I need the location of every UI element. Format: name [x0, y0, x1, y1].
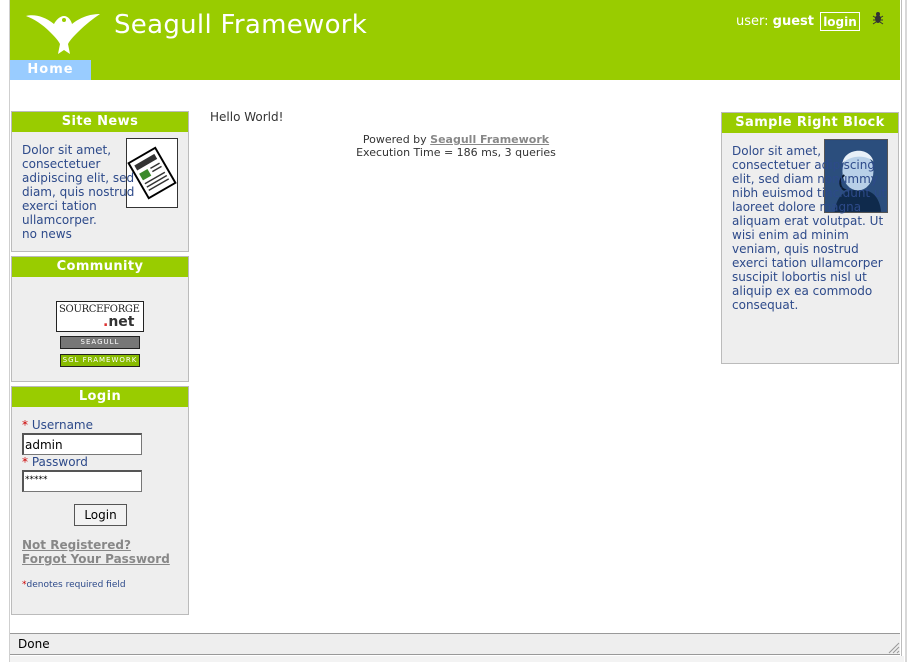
sample-right-title: Sample Right Block — [722, 113, 898, 133]
greeting-text: Hello World! — [210, 110, 284, 124]
execution-time: Execution Time = 186 ms, 3 queries — [356, 146, 556, 159]
required-marker: * — [22, 455, 28, 469]
status-text: Done — [18, 637, 50, 651]
bug-icon[interactable] — [872, 11, 884, 25]
username-label-text: Username — [31, 418, 93, 432]
site-header: Seagull Framework user: guest login Home — [10, 0, 900, 80]
user-label: user: — [736, 14, 769, 29]
seagull-framework-link[interactable]: Seagull Framework — [430, 133, 549, 146]
site-news-title: Site News — [12, 112, 188, 132]
browser-window: Seagull Framework user: guest login Home… — [0, 0, 914, 662]
footer-info: Powered by Seagull Framework Execution T… — [200, 133, 712, 159]
login-submit-button[interactable]: Login — [74, 504, 127, 526]
password-field[interactable]: ***** — [22, 470, 142, 492]
username-label: * Username — [22, 418, 93, 432]
window-left-frame — [0, 0, 10, 662]
forgot-password-link[interactable]: Forgot Your Password — [22, 552, 170, 566]
username-field[interactable] — [22, 433, 142, 455]
window-bottom-edge — [10, 656, 904, 662]
seagull-logo-icon[interactable] — [24, 6, 102, 56]
community-block: Community SOURCEFORGE .net SEAGULL SGL F… — [11, 256, 189, 382]
site-news-content: Dolor sit amet, consectetuer adipiscing … — [22, 143, 142, 241]
powered-by-line: Powered by Seagull Framework — [200, 133, 712, 146]
sample-right-block: Sample Right Block Dolor sit amet, conse… — [721, 112, 899, 364]
resize-grip-icon[interactable] — [886, 640, 900, 654]
sample-right-text: Dolor sit amet, consectetuer adipiscing … — [732, 144, 887, 312]
user-name: guest — [772, 14, 814, 29]
required-marker: * — [22, 418, 28, 432]
required-note-text: denotes required field — [26, 580, 126, 590]
required-field-note: *denotes required field — [22, 580, 126, 590]
user-status: user: guest — [736, 14, 814, 29]
sgl-framework-badge[interactable]: SGL FRAMEWORK — [60, 354, 140, 367]
site-news-empty: no news — [22, 227, 72, 241]
sourceforge-net-text: .net — [103, 314, 135, 330]
site-title: Seagull Framework — [114, 10, 368, 40]
window-right-scrollbar[interactable] — [901, 0, 914, 662]
site-news-block: Site News Dolor sit amet, consectetuer a… — [11, 111, 189, 252]
register-link[interactable]: Not Registered? — [22, 538, 131, 552]
tab-home[interactable]: Home — [10, 60, 91, 80]
powered-by-label: Powered by — [362, 133, 427, 146]
seagull-badge[interactable]: SEAGULL — [60, 336, 140, 349]
community-title: Community — [12, 257, 188, 277]
login-block: Login * Username * Password ***** Login … — [11, 386, 189, 615]
status-bar: Done — [10, 633, 900, 655]
site-news-text: Dolor sit amet, consectetuer adipiscing … — [22, 143, 135, 227]
sourceforge-badge[interactable]: SOURCEFORGE .net — [56, 301, 144, 332]
password-label: * Password — [22, 455, 88, 469]
header-login-link[interactable]: login — [820, 12, 860, 31]
login-title: Login — [12, 387, 188, 407]
password-label-text: Password — [31, 455, 88, 469]
